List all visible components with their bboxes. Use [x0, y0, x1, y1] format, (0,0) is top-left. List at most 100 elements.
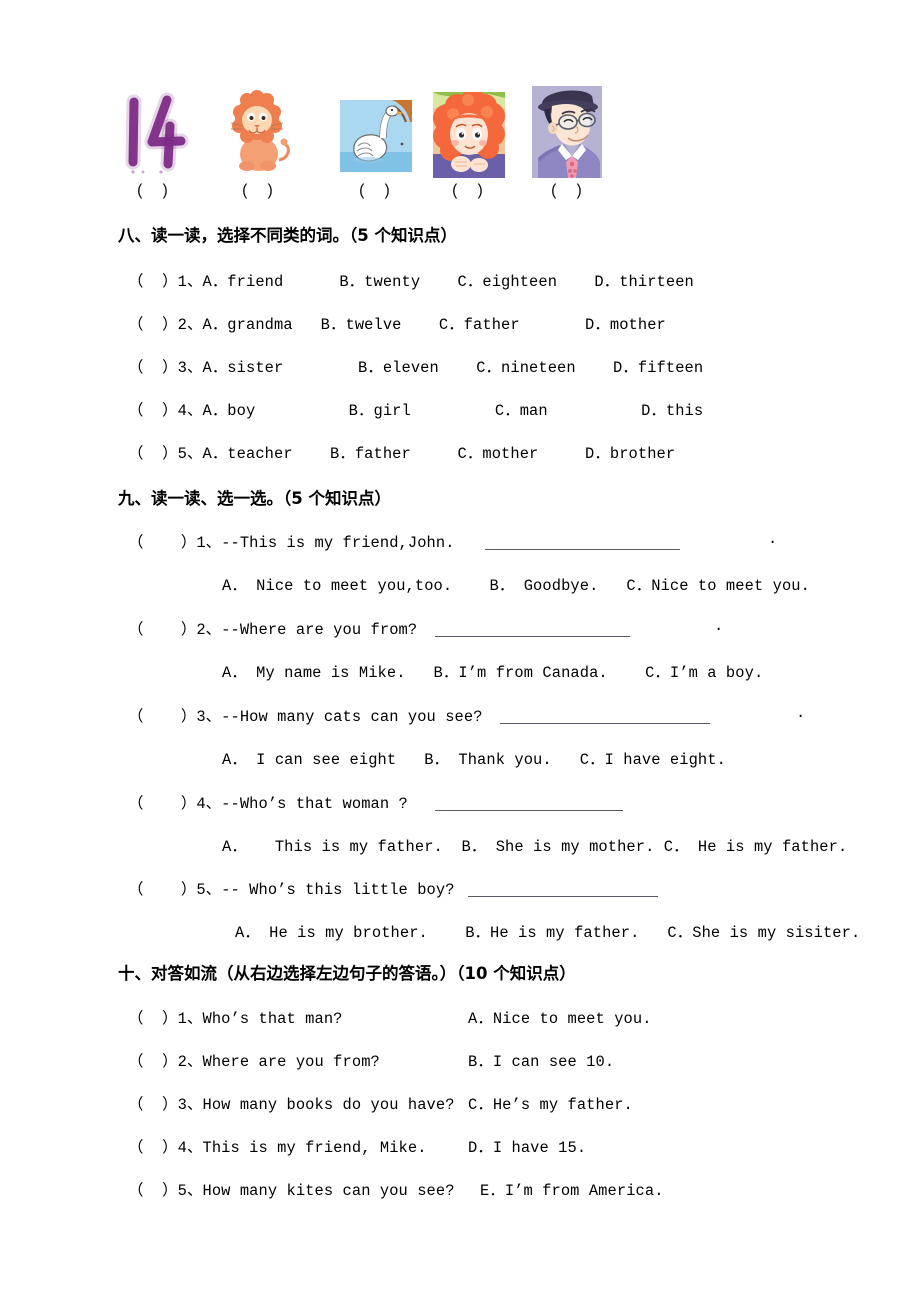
section-nine-q1[interactable]: （ ）1、--This is my friend,John.	[128, 530, 455, 552]
section-nine-q2-options[interactable]: A． My name is Mike. B．I’m from Canada. C…	[222, 660, 763, 682]
answer-blank-n2[interactable]	[435, 636, 630, 637]
picture-cell-5: ( )	[532, 86, 604, 204]
section-ten-row3-right[interactable]: C．He’s my father.	[468, 1092, 633, 1114]
picture-cell-2: ( )	[223, 86, 295, 204]
answer-blank-n1[interactable]	[485, 549, 680, 550]
section-eight-q3[interactable]: （ ）3、A．sister B．eleven C．nineteen D．fift…	[128, 355, 703, 377]
q5-options: A．teacher B．father C．mother D．brother	[202, 445, 676, 463]
picture-caption-2[interactable]: ( )	[223, 182, 295, 200]
section-eight-q2[interactable]: （ ）2、A．grandma B．twelve C．father D．mothe…	[128, 312, 666, 334]
t-r4-bracket[interactable]: （ ）	[128, 1139, 178, 1157]
n-q5-prompt: -- Who’s this little boy?	[221, 881, 455, 899]
n-q1-number: 1、	[196, 534, 222, 552]
n-q2-number: 2、	[196, 621, 222, 639]
section-eight-heading: 八、读一读，选择不同类的词。（5 个知识点）	[118, 226, 457, 245]
n-q4-number: 4、	[196, 795, 222, 813]
answer-blank-n3[interactable]	[500, 723, 710, 724]
section-nine-q3[interactable]: （ ）3、--How many cats can you see?	[128, 704, 483, 726]
n-q4-prompt: --Who’s that woman ?	[221, 795, 408, 813]
picture-frame-swan	[340, 86, 412, 180]
n-q2-bracket[interactable]: （ ）	[128, 621, 196, 639]
section-nine-q5[interactable]: （ ）5、-- Who’s this little boy?	[128, 877, 455, 899]
handwritten-number-14-icon	[118, 86, 190, 180]
q3-options: A．sister B．eleven C．nineteen D．fifteen	[202, 359, 704, 377]
number-14-strokes	[125, 92, 189, 174]
section-ten-row2-right[interactable]: B．I can see 10.	[468, 1049, 614, 1071]
q5-bracket[interactable]: （ ）	[128, 445, 178, 463]
swan-icon	[340, 100, 412, 172]
man-icon	[532, 86, 602, 178]
section-ten-row1-right[interactable]: A．Nice to meet you.	[468, 1006, 652, 1028]
section-nine-q2[interactable]: （ ）2、--Where are you from?	[128, 617, 417, 639]
n-q3-period: .	[796, 704, 806, 722]
t-r1-left-text: Who’s that man?	[202, 1010, 343, 1028]
section-nine-q1-options[interactable]: A． Nice to meet you,too. B． Goodbye. C．N…	[222, 573, 810, 595]
answer-blank-n4[interactable]	[435, 810, 623, 811]
n-q5-bracket[interactable]: （ ）	[128, 881, 196, 899]
t-r2-number: 2、	[177, 1053, 203, 1071]
t-r5-left-text: How many kites can you see?	[202, 1182, 455, 1200]
t-r5-number: 5、	[177, 1182, 203, 1200]
n-q3-number: 3、	[196, 708, 222, 726]
section-ten-row4-left[interactable]: （ ）4、This is my friend, Mike.	[128, 1135, 427, 1157]
q3-number: 3、	[177, 359, 203, 377]
lion-icon	[223, 86, 295, 180]
lion-illustration	[230, 90, 290, 171]
q4-options: A．boy B．girl C．man D．this	[202, 402, 704, 420]
section-nine-q4[interactable]: （ ）4、--Who’s that woman ?	[128, 791, 408, 813]
q4-bracket[interactable]: （ ）	[128, 402, 178, 420]
q1-number: 1、	[177, 273, 203, 291]
section-ten-row1-left[interactable]: （ ）1、Who’s that man?	[128, 1006, 343, 1028]
worksheet-page: ( ) () () () () 八、读一读，选择不同类的词。（5 个知识…	[0, 0, 920, 1302]
n-q1-prompt: --This is my friend,John.	[221, 534, 455, 552]
swan-illustration	[340, 100, 412, 172]
picture-frame-man	[532, 86, 604, 180]
picture-caption-4[interactable]: ( )	[433, 182, 505, 200]
n-q1-period: .	[768, 530, 778, 548]
section-nine-q3-options[interactable]: A． I can see eight B． Thank you. C．I hav…	[222, 747, 726, 769]
n-q5-number: 5、	[196, 881, 222, 899]
n-q2-period: .	[714, 617, 724, 635]
t-r1-bracket[interactable]: （ ）	[128, 1010, 178, 1028]
t-r2-left-text: Where are you from?	[202, 1053, 380, 1071]
section-ten-row2-left[interactable]: （ ）2、Where are you from?	[128, 1049, 380, 1071]
t-r5-bracket[interactable]: （ ）	[128, 1182, 178, 1200]
t-r3-bracket[interactable]: （ ）	[128, 1096, 178, 1114]
section-eight-q5[interactable]: （ ）5、A．teacher B．father C．mother D．broth…	[128, 441, 675, 463]
picture-caption-1[interactable]: ( )	[118, 182, 190, 200]
q2-bracket[interactable]: （ ）	[128, 316, 178, 334]
n-q3-prompt: --How many cats can you see?	[221, 708, 483, 726]
t-r3-left-text: How many books do you have?	[202, 1096, 455, 1114]
girl-illustration	[433, 92, 505, 178]
q3-bracket[interactable]: （ ）	[128, 359, 178, 377]
section-ten-row5-left[interactable]: （ ）5、How many kites can you see?	[128, 1178, 455, 1200]
picture-frame-girl	[433, 86, 505, 180]
picture-caption-5[interactable]: ( )	[532, 182, 604, 200]
t-r1-number: 1、	[177, 1010, 203, 1028]
q5-number: 5、	[177, 445, 203, 463]
q1-options: A．friend B．twenty C．eighteen D．thirteen	[202, 273, 694, 291]
section-ten-row4-right[interactable]: D．I have 15.	[468, 1135, 586, 1157]
section-nine-heading: 九、读一读、选一选。（5 个知识点）	[118, 489, 391, 508]
picture-cell-1: ( )	[118, 86, 190, 204]
answer-blank-n5[interactable]	[468, 896, 658, 897]
section-ten-row3-left[interactable]: （ ）3、How many books do you have?	[128, 1092, 455, 1114]
picture-cell-4: ( )	[433, 86, 505, 204]
q1-bracket[interactable]: （ ）	[128, 273, 178, 291]
girl-icon	[433, 92, 505, 178]
t-r2-bracket[interactable]: （ ）	[128, 1053, 178, 1071]
section-nine-q4-options[interactable]: A． This is my father. B． She is my mothe…	[222, 834, 847, 856]
picture-cell-3: ( )	[340, 86, 412, 204]
t-r3-number: 3、	[177, 1096, 203, 1114]
n-q1-bracket[interactable]: （ ）	[128, 534, 196, 552]
section-ten-heading: 十、对答如流（从右边选择左边句子的答语。）（10 个知识点）	[118, 964, 576, 983]
n-q2-prompt: --Where are you from?	[221, 621, 418, 639]
n-q3-bracket[interactable]: （ ）	[128, 708, 196, 726]
section-nine-q5-options[interactable]: A． He is my brother. B．He is my father. …	[235, 920, 860, 942]
n-q4-bracket[interactable]: （ ）	[128, 795, 196, 813]
picture-row: ( ) () () () ()	[118, 86, 628, 204]
section-eight-q4[interactable]: （ ）4、A．boy B．girl C．man D．this	[128, 398, 703, 420]
section-ten-row5-right[interactable]: E．I’m from America.	[480, 1178, 664, 1200]
picture-caption-3[interactable]: ( )	[340, 182, 412, 200]
section-eight-q1[interactable]: （ ）1、A．friend B．twenty C．eighteen D．thir…	[128, 269, 694, 291]
